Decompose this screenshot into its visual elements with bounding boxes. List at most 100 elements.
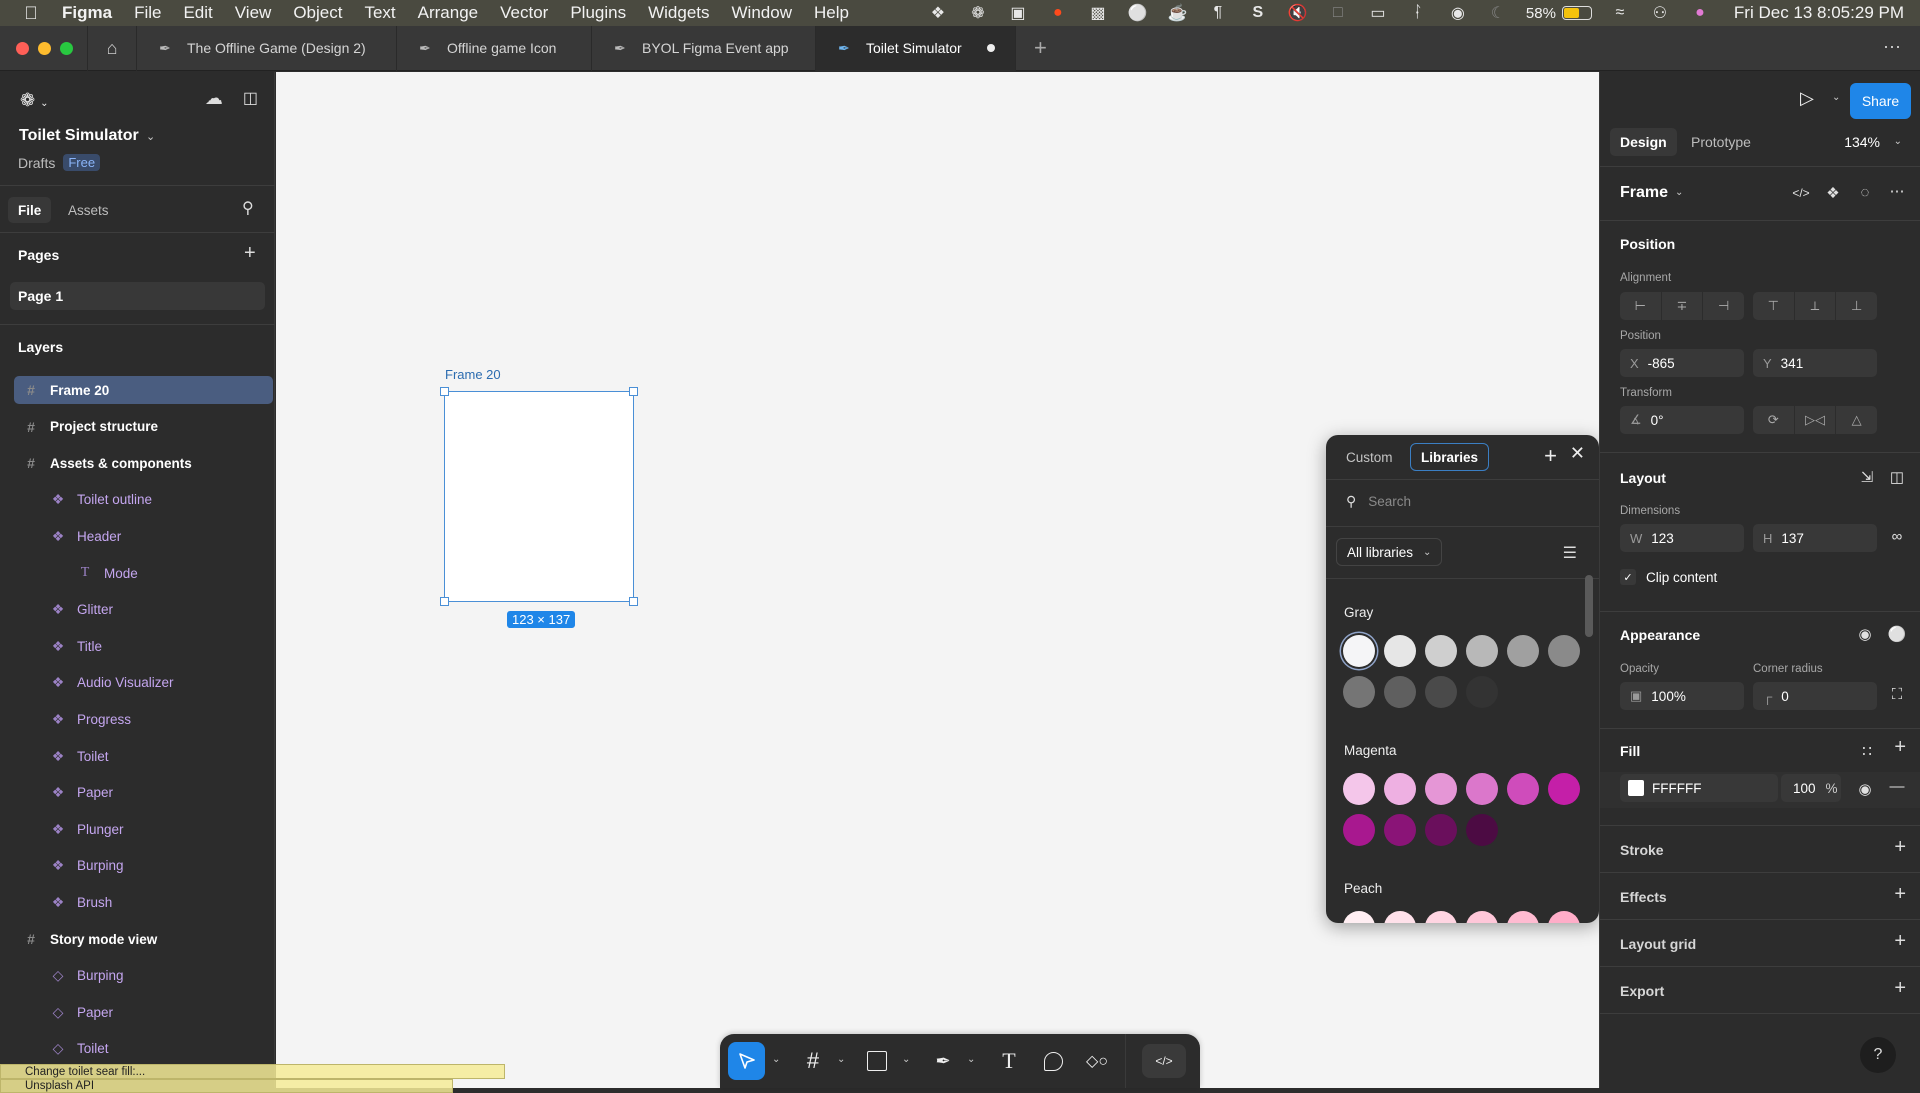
menu-app-name[interactable]: Figma — [62, 3, 112, 23]
shape-tool-chevron[interactable]: ⌄ — [902, 1054, 910, 1065]
auto-layout-icon[interactable]: ◫ — [1886, 468, 1908, 486]
layer-row[interactable]: ❖ Paper — [14, 779, 273, 807]
menu-text[interactable]: Text — [364, 3, 395, 23]
color-swatch[interactable] — [1507, 773, 1539, 805]
chatgpt-icon[interactable]: ❁ — [958, 0, 998, 26]
layer-row[interactable]: ◇ Toilet — [14, 1035, 273, 1063]
mute-icon[interactable]: 🔇 — [1278, 0, 1318, 26]
move-tool[interactable] — [728, 1042, 765, 1080]
present-button[interactable]: ▷ — [1800, 88, 1814, 109]
color-swatch[interactable] — [1466, 635, 1498, 667]
color-swatch[interactable] — [1548, 773, 1580, 805]
layer-row[interactable]: ❖ Glitter — [14, 596, 273, 624]
rotation-field[interactable]: ∡ 0° — [1620, 406, 1744, 434]
layer-row[interactable]: ❖ Toilet — [14, 742, 273, 770]
layer-row[interactable]: ❖ Title — [14, 632, 273, 660]
resize-handle[interactable] — [629, 387, 638, 396]
tab-prototype[interactable]: Prototype — [1681, 128, 1761, 156]
minimize-window-button[interactable] — [38, 41, 51, 55]
dev-mode-toggle[interactable]: </> — [1142, 1044, 1186, 1078]
sidebar-icon[interactable]: □ — [1318, 0, 1358, 26]
layer-row[interactable]: ◇ Burping — [14, 962, 273, 990]
more-icon[interactable]: ⋯ — [1883, 37, 1902, 58]
comment-tool[interactable] — [1036, 1042, 1070, 1080]
zoom-chevron[interactable]: ⌄ — [1894, 136, 1902, 147]
fill-swatch[interactable] — [1628, 780, 1644, 796]
list-view-icon[interactable]: ☰ — [1563, 543, 1577, 563]
color-swatch[interactable] — [1425, 773, 1457, 805]
align-middle-icon[interactable]: ⟂ — [1795, 292, 1837, 320]
color-swatch[interactable] — [1343, 635, 1375, 667]
menu-help[interactable]: Help — [814, 3, 849, 23]
tab-the-offline-game[interactable]: ✒ The Offline Game (Design 2) — [137, 25, 397, 71]
clock[interactable]: Fri Dec 13 8:05:29 PM — [1734, 3, 1904, 23]
add-layout-grid-button[interactable]: + — [1894, 930, 1906, 953]
tab-file[interactable]: File — [8, 197, 52, 223]
menu-vector[interactable]: Vector — [500, 3, 548, 23]
layer-row[interactable]: ◇ Paper — [14, 998, 273, 1026]
present-options-chevron[interactable]: ⌄ — [1832, 92, 1840, 103]
color-swatch[interactable] — [1548, 911, 1580, 923]
chevron-down-icon[interactable]: ⌄ — [1675, 187, 1683, 198]
height-field[interactable]: H 137 — [1753, 524, 1877, 552]
frame-label[interactable]: Frame 20 — [445, 367, 501, 382]
align-top-icon[interactable]: ⊤ — [1753, 292, 1795, 320]
add-icon[interactable]: + — [1544, 443, 1557, 469]
scrollbar[interactable] — [1585, 575, 1593, 637]
menu-view[interactable]: View — [235, 3, 272, 23]
individual-corners-icon[interactable]: ⛶ — [1886, 686, 1908, 703]
battery-indicator[interactable]: 58% — [1526, 5, 1592, 22]
color-swatch[interactable] — [1425, 676, 1457, 708]
pen-tool-chevron[interactable]: ⌄ — [967, 1054, 975, 1065]
frame-tool[interactable]: # — [796, 1042, 830, 1080]
color-swatch[interactable] — [1466, 676, 1498, 708]
new-tab-button[interactable]: + — [1034, 35, 1047, 61]
siri-icon[interactable]: ● — [1680, 0, 1720, 26]
moon-icon[interactable]: ☾ — [1478, 0, 1518, 26]
pen-tool[interactable]: ✒ — [926, 1042, 960, 1080]
color-swatch[interactable] — [1343, 773, 1375, 805]
add-export-button[interactable]: + — [1894, 977, 1906, 1000]
actions-tool[interactable]: ◇○ — [1080, 1042, 1114, 1080]
zoom-level[interactable]: 134% — [1844, 134, 1880, 150]
fill-color-field[interactable]: FFFFFF — [1620, 774, 1778, 802]
move-tool-chevron[interactable]: ⌄ — [772, 1054, 780, 1065]
color-swatch[interactable] — [1384, 676, 1416, 708]
add-stroke-button[interactable]: + — [1894, 836, 1906, 859]
gemini-icon[interactable]: ⚪ — [1118, 0, 1158, 26]
width-field[interactable]: W 123 — [1620, 524, 1744, 552]
page-item[interactable]: Page 1 — [10, 282, 265, 310]
note-unsplash-api[interactable]: Unsplash API — [0, 1079, 453, 1093]
creative-cloud-icon[interactable]: ● — [1038, 0, 1078, 26]
align-right-icon[interactable]: ⊣ — [1703, 292, 1744, 320]
layer-row[interactable]: ❖ Header — [14, 522, 273, 550]
eye-icon[interactable]: ◉ — [1854, 625, 1876, 643]
panel-toggle-icon[interactable]: ◫ — [243, 88, 258, 109]
color-swatch[interactable] — [1384, 635, 1416, 667]
add-fill-button[interactable]: + — [1894, 736, 1906, 759]
color-swatch[interactable] — [1466, 773, 1498, 805]
bluetooth-icon[interactable]: ᛛ — [1398, 0, 1438, 26]
align-center-h-icon[interactable]: ∓ — [1662, 292, 1704, 320]
styles-icon[interactable]: ∷ — [1856, 742, 1878, 760]
menu-object[interactable]: Object — [293, 3, 342, 23]
menu-widgets[interactable]: Widgets — [648, 3, 709, 23]
resize-handle[interactable] — [629, 597, 638, 606]
menu-file[interactable]: File — [134, 3, 161, 23]
shape-tool[interactable] — [860, 1042, 894, 1080]
figma-agent-icon[interactable]: ❖ — [918, 0, 958, 26]
flip-horizontal-icon[interactable]: ▷◁ — [1795, 406, 1837, 434]
add-page-button[interactable]: + — [244, 242, 256, 265]
layer-row[interactable]: ❖ Brush — [14, 888, 273, 916]
file-name[interactable]: Toilet Simulator — [19, 127, 139, 145]
layer-row[interactable]: # Assets & components — [14, 449, 273, 477]
constrain-proportions-icon[interactable]: ∞ — [1886, 528, 1908, 545]
remove-fill-button[interactable]: — — [1886, 778, 1908, 795]
s-app-icon[interactable]: S — [1238, 0, 1278, 26]
color-swatch[interactable] — [1425, 635, 1457, 667]
tab-assets[interactable]: Assets — [58, 197, 119, 223]
apple-icon[interactable]:  — [22, 3, 40, 23]
code-icon[interactable]: </> — [1790, 186, 1812, 200]
color-swatch[interactable] — [1425, 814, 1457, 846]
mask-icon[interactable]: ◌ — [1854, 184, 1876, 201]
